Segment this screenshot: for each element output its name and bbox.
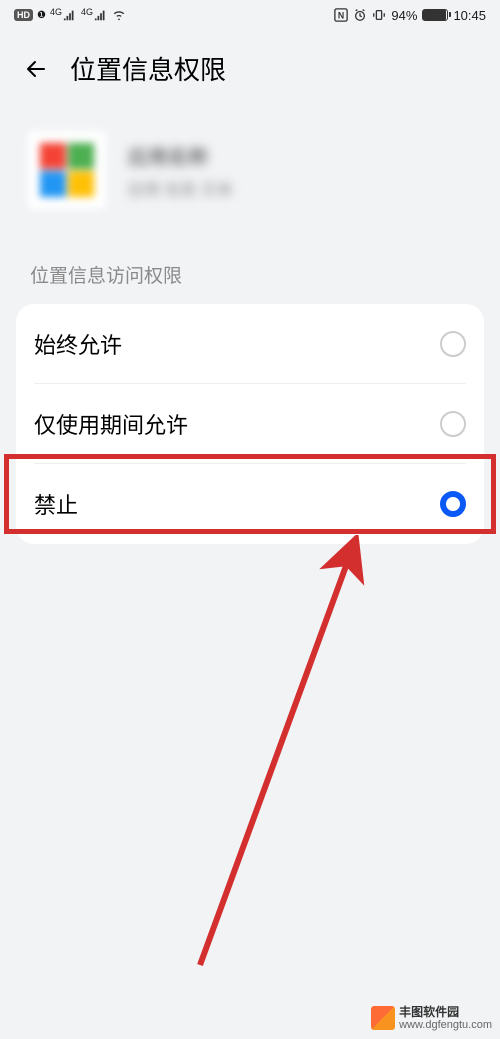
radio-icon-selected xyxy=(440,491,466,517)
nfc-icon: N xyxy=(334,8,348,22)
signal-group-2: 4G xyxy=(81,8,108,22)
sim1-icon: ❶ xyxy=(37,10,46,21)
app-subtitle: 应用 信息 文本 xyxy=(128,176,233,200)
back-button[interactable] xyxy=(24,57,48,81)
status-left: HD ❶ 4G 4G xyxy=(14,8,126,22)
option-label: 仅使用期间允许 xyxy=(34,408,188,440)
watermark: 丰图软件园 www.dgfengtu.com xyxy=(367,1002,496,1035)
option-always-allow[interactable]: 始终允许 xyxy=(16,304,484,384)
hd-badge: HD xyxy=(14,9,33,21)
alarm-icon xyxy=(353,8,367,22)
app-name: 应用名称 xyxy=(128,141,233,170)
annotation-arrow xyxy=(175,535,375,975)
arrow-left-icon xyxy=(24,56,48,82)
wifi-icon xyxy=(112,8,126,22)
svg-text:N: N xyxy=(338,11,344,21)
watermark-title: 丰图软件园 xyxy=(399,1006,492,1019)
app-icon xyxy=(28,131,106,209)
watermark-url: www.dgfengtu.com xyxy=(399,1019,492,1031)
header: 位置信息权限 xyxy=(0,30,500,111)
battery-percent: 94% xyxy=(391,8,417,23)
option-while-using[interactable]: 仅使用期间允许 xyxy=(16,384,484,464)
signal-bars-icon xyxy=(94,8,108,22)
option-label: 始终允许 xyxy=(34,328,122,360)
radio-icon xyxy=(440,331,466,357)
watermark-logo xyxy=(371,1006,395,1030)
options-card: 始终允许 仅使用期间允许 禁止 xyxy=(16,304,484,544)
signal-group-1: 4G xyxy=(50,8,77,22)
status-right: N 94% 10:45 xyxy=(334,8,486,23)
page-title: 位置信息权限 xyxy=(70,50,226,87)
vibrate-icon xyxy=(372,8,386,22)
option-label: 禁止 xyxy=(34,488,78,520)
status-bar: HD ❶ 4G 4G N 94% 10:45 xyxy=(0,0,500,30)
section-label: 位置信息访问权限 xyxy=(0,239,500,304)
clock: 10:45 xyxy=(453,8,486,23)
app-info-section: 应用名称 应用 信息 文本 xyxy=(0,111,500,239)
app-text-info: 应用名称 应用 信息 文本 xyxy=(128,141,233,200)
radio-icon xyxy=(440,411,466,437)
option-deny[interactable]: 禁止 xyxy=(16,464,484,544)
battery-icon xyxy=(422,9,448,21)
signal-bars-icon xyxy=(63,8,77,22)
